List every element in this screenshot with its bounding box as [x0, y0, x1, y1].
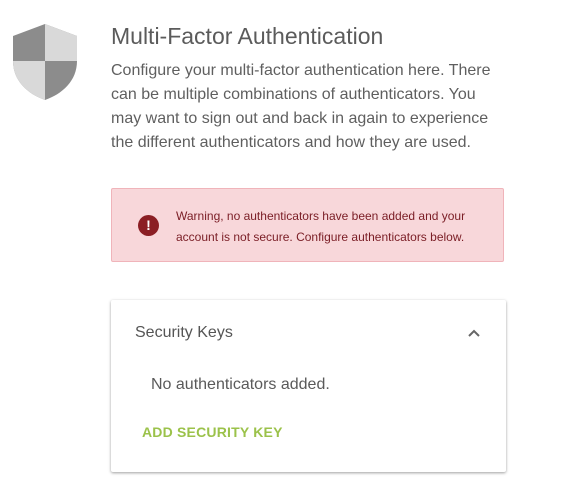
security-keys-card: Security Keys No authenticators added. A…: [111, 300, 506, 472]
mfa-content: Multi-Factor Authentication Configure yo…: [111, 0, 506, 472]
alert-message: Warning, no authenticators have been add…: [176, 209, 466, 244]
shield-icon: [13, 24, 77, 100]
empty-message: No authenticators added.: [151, 376, 330, 393]
page-title: Multi-Factor Authentication: [111, 23, 384, 49]
warning-alert: ! Warning, no authenticators have been a…: [111, 188, 504, 262]
add-security-key-button[interactable]: ADD SECURITY KEY: [134, 420, 291, 444]
exclamation-icon: !: [138, 215, 159, 236]
page-description: Configure your multi-factor authenticati…: [111, 62, 491, 151]
security-keys-title: Security Keys: [135, 324, 233, 341]
chevron-up-icon[interactable]: [467, 326, 481, 340]
security-keys-header[interactable]: Security Keys: [135, 322, 481, 344]
mfa-page: Multi-Factor Authentication Configure yo…: [0, 0, 568, 481]
